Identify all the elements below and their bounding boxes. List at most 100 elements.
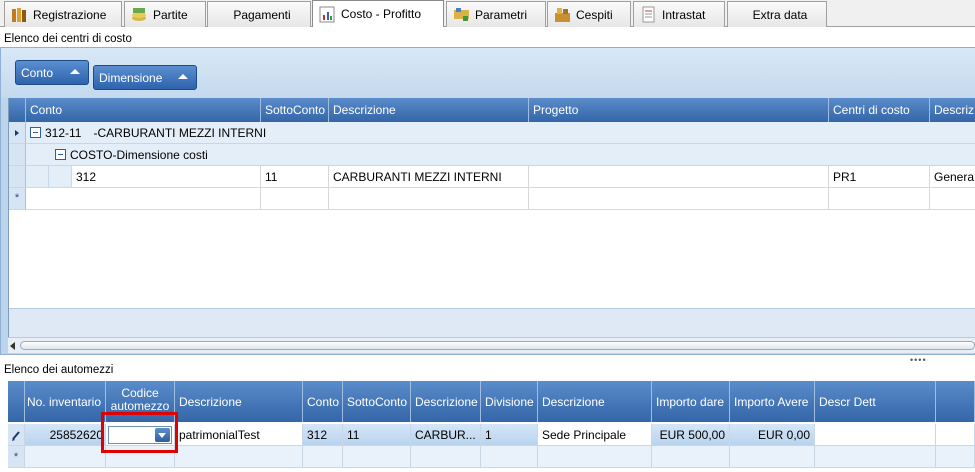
column-header-centri-di-costo[interactable]: Centri di costo: [829, 98, 930, 122]
books-icon: [11, 6, 28, 23]
cell-descrizione[interactable]: CARBURANTI MEZZI INTERNI: [329, 166, 529, 188]
cell-importo-avere[interactable]: EUR 0,00: [730, 424, 815, 446]
column-header-descrizione[interactable]: Descrizione: [329, 98, 529, 122]
new-row-cell[interactable]: [25, 446, 106, 468]
column-header-importo-avere[interactable]: Importo Avere: [730, 381, 815, 422]
column-header-descrizione-conto[interactable]: Descrizione: [411, 381, 481, 422]
vehicles-section-label: Elenco dei automezzi: [4, 364, 114, 376]
group-button-label: Conto: [21, 65, 54, 80]
row-selector[interactable]: [9, 122, 26, 144]
collapse-icon[interactable]: [55, 149, 66, 160]
cell-extra[interactable]: [936, 424, 975, 446]
column-header-conto[interactable]: Conto: [303, 381, 343, 422]
new-row-cell[interactable]: [303, 446, 343, 468]
new-row-cell[interactable]: [815, 446, 936, 468]
cell-descrizione-conto[interactable]: CARBUR...: [411, 424, 481, 446]
new-row-cell[interactable]: [411, 446, 481, 468]
cell-conto[interactable]: 312: [303, 424, 343, 446]
row-selector[interactable]: [9, 166, 26, 188]
group-by-bar: Conto Dimensione: [1, 48, 975, 98]
column-header-descrizione[interactable]: Descrizione: [175, 381, 303, 422]
new-row-cell[interactable]: [652, 446, 730, 468]
chart-icon: [319, 6, 336, 23]
cell-importo-dare[interactable]: EUR 500,00: [652, 424, 730, 446]
tab-pagamenti[interactable]: Pagamenti: [207, 1, 311, 27]
new-row-marker[interactable]: *: [9, 188, 26, 210]
cost-centers-section-label: Elenco dei centri di costo: [4, 33, 132, 45]
tab-label: Registrazione: [33, 7, 107, 22]
panel-splitter[interactable]: ••••: [0, 355, 975, 365]
row-selector[interactable]: [8, 424, 25, 446]
group-label: -CARBURANTI MEZZI INTERNI: [93, 125, 267, 140]
collapse-icon[interactable]: [30, 127, 41, 138]
row-selector[interactable]: [9, 144, 26, 166]
cell-divisione[interactable]: 1: [481, 424, 538, 446]
assets-icon: [554, 6, 571, 23]
cell-no-inventario[interactable]: 25852620: [25, 424, 106, 446]
new-row-cell[interactable]: [261, 188, 329, 210]
column-header-sottoconto[interactable]: SottoConto: [261, 98, 329, 122]
column-header-sottoconto[interactable]: SottoConto: [343, 381, 411, 422]
group-code: 312-11: [45, 125, 82, 140]
column-header-descrizione-divisione[interactable]: Descrizione: [538, 381, 652, 422]
cell-descr-dett[interactable]: [815, 424, 936, 446]
new-row-cell[interactable]: [730, 446, 815, 468]
tab-label: Partite: [153, 7, 188, 22]
new-row-cell[interactable]: [538, 446, 652, 468]
new-row-marker[interactable]: *: [8, 446, 25, 468]
new-row-cell[interactable]: [829, 188, 930, 210]
group-row-conto[interactable]: 312-11 -CARBURANTI MEZZI INTERNI: [26, 122, 975, 144]
new-row-cell[interactable]: [481, 446, 538, 468]
horizontal-scrollbar[interactable]: [8, 337, 975, 353]
group-indent: [49, 166, 72, 188]
scrollbar-thumb[interactable]: [20, 341, 975, 350]
cell-centri-di-costo[interactable]: PR1: [829, 166, 930, 188]
new-row-cell[interactable]: [930, 188, 975, 210]
tab-intrastat[interactable]: Intrastat: [633, 1, 725, 27]
group-button-conto[interactable]: Conto: [15, 60, 89, 85]
group-indent: [26, 144, 49, 166]
tab-cespiti[interactable]: Cespiti: [547, 1, 631, 27]
tab-extra-data[interactable]: Extra data: [727, 1, 827, 27]
column-header-descriz[interactable]: Descriz: [930, 98, 975, 122]
tab-label: Extra data: [752, 7, 808, 22]
grip-icon: ••••: [910, 355, 927, 365]
tab-bar: Registrazione Partite Pagamenti Costo - …: [0, 0, 975, 27]
column-header-descr-dett[interactable]: Descr Dett: [815, 381, 936, 422]
group-label: COSTO-Dimensione costi: [70, 147, 208, 162]
column-header-progetto[interactable]: Progetto: [529, 98, 829, 122]
tab-label: Parametri: [475, 7, 528, 22]
group-row-dimensione[interactable]: COSTO-Dimensione costi: [49, 144, 975, 166]
parameters-icon: [453, 6, 470, 23]
column-header-importo-dare[interactable]: Importo dare: [652, 381, 730, 422]
new-row-cell[interactable]: [936, 446, 975, 468]
new-row-cell[interactable]: [26, 188, 261, 210]
scroll-left-icon[interactable]: [10, 342, 15, 350]
tab-label: Cespiti: [576, 7, 613, 22]
column-header-extra[interactable]: [936, 381, 975, 422]
cell-sottoconto[interactable]: 11: [343, 424, 411, 446]
cell-descriz[interactable]: Genera: [930, 166, 975, 188]
cell-sottoconto[interactable]: 11: [261, 166, 329, 188]
cost-centers-grid: Conto SottoConto Descrizione Progetto Ce…: [8, 98, 975, 343]
tab-label: Pagamenti: [233, 7, 291, 22]
new-row-cell[interactable]: [175, 446, 303, 468]
highlight-box: [101, 412, 178, 453]
tab-costo-profitto[interactable]: Costo - Profitto: [312, 0, 444, 27]
column-header-conto[interactable]: Conto: [26, 98, 261, 122]
cell-descrizione[interactable]: patrimonialTest: [175, 424, 303, 446]
cell-progetto[interactable]: [529, 166, 829, 188]
group-button-dimensione[interactable]: Dimensione: [93, 65, 197, 90]
new-row-cell[interactable]: [329, 188, 529, 210]
tab-registrazione[interactable]: Registrazione: [4, 1, 122, 27]
new-row-cell[interactable]: [343, 446, 411, 468]
cell-conto[interactable]: 312: [72, 166, 261, 188]
tab-partite[interactable]: Partite: [124, 1, 206, 27]
cell-descrizione-divisione[interactable]: Sede Principale: [538, 424, 652, 446]
tab-parametri[interactable]: Parametri: [446, 1, 546, 27]
row-header-corner: [9, 98, 26, 122]
sort-up-icon: [70, 69, 80, 74]
column-header-no-inventario[interactable]: No. inventario: [25, 381, 106, 422]
column-header-divisione[interactable]: Divisione: [481, 381, 538, 422]
new-row-cell[interactable]: [529, 188, 829, 210]
